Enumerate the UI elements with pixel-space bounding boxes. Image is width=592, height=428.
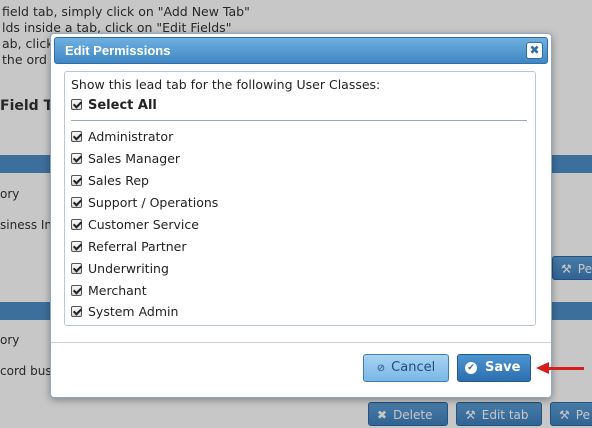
checkbox-checked-icon[interactable] (71, 306, 82, 317)
intro-text: Show this lead tab for the following Use… (71, 77, 381, 92)
checkbox-checked-icon[interactable] (71, 263, 82, 274)
option-label: Merchant (88, 283, 147, 298)
red-arrow-shaft (548, 367, 584, 370)
option-label: Sales Manager (88, 151, 181, 166)
option-support-operations[interactable]: Support / Operations (71, 195, 218, 210)
option-label: Sales Rep (88, 173, 149, 188)
option-sales-manager[interactable]: Sales Manager (71, 151, 180, 166)
checkbox-checked-icon[interactable] (71, 131, 82, 142)
dialog-titlebar[interactable]: Edit Permissions ✖ (54, 37, 548, 64)
save-button[interactable]: ✔ Save (457, 354, 531, 382)
select-all-checkbox[interactable]: Select All (71, 98, 157, 113)
option-label: System Admin (88, 304, 179, 319)
checkbox-checked-icon[interactable] (71, 175, 82, 186)
checkbox-checked-icon[interactable] (71, 219, 82, 230)
checkbox-checked-icon[interactable] (71, 241, 82, 252)
option-system-admin[interactable]: System Admin (71, 304, 178, 319)
edit-permissions-dialog: Edit Permissions ✖ Show this lead tab fo… (50, 33, 552, 398)
cancel-label: Cancel (391, 360, 436, 375)
dialog-title: Edit Permissions (65, 43, 171, 58)
option-label: Underwriting (88, 261, 169, 276)
close-icon: ✖ (529, 43, 540, 57)
option-administrator[interactable]: Administrator (71, 129, 173, 144)
option-referral-partner[interactable]: Referral Partner (71, 239, 187, 254)
close-button[interactable]: ✖ (526, 42, 543, 59)
option-label: Customer Service (88, 217, 199, 232)
cancel-button[interactable]: ⊘ Cancel (363, 354, 449, 382)
option-underwriting[interactable]: Underwriting (71, 261, 169, 276)
option-customer-service[interactable]: Customer Service (71, 217, 199, 232)
divider (71, 120, 527, 121)
option-label: Referral Partner (88, 239, 187, 254)
save-label: Save (485, 360, 521, 375)
option-merchant[interactable]: Merchant (71, 283, 147, 298)
checkbox-checked-icon[interactable] (71, 153, 82, 164)
checkbox-checked-icon[interactable] (71, 197, 82, 208)
option-label: Support / Operations (88, 195, 219, 210)
footer-divider (51, 342, 551, 343)
permissions-panel: Show this lead tab for the following Use… (64, 71, 536, 326)
checkbox-checked-icon[interactable] (71, 99, 82, 110)
select-all-label: Select All (88, 98, 157, 113)
cancel-icon: ⊘ (376, 363, 386, 374)
checkbox-checked-icon[interactable] (71, 285, 82, 296)
checkmark-circle-icon: ✔ (465, 362, 477, 374)
option-sales-rep[interactable]: Sales Rep (71, 173, 149, 188)
option-label: Administrator (88, 129, 174, 144)
